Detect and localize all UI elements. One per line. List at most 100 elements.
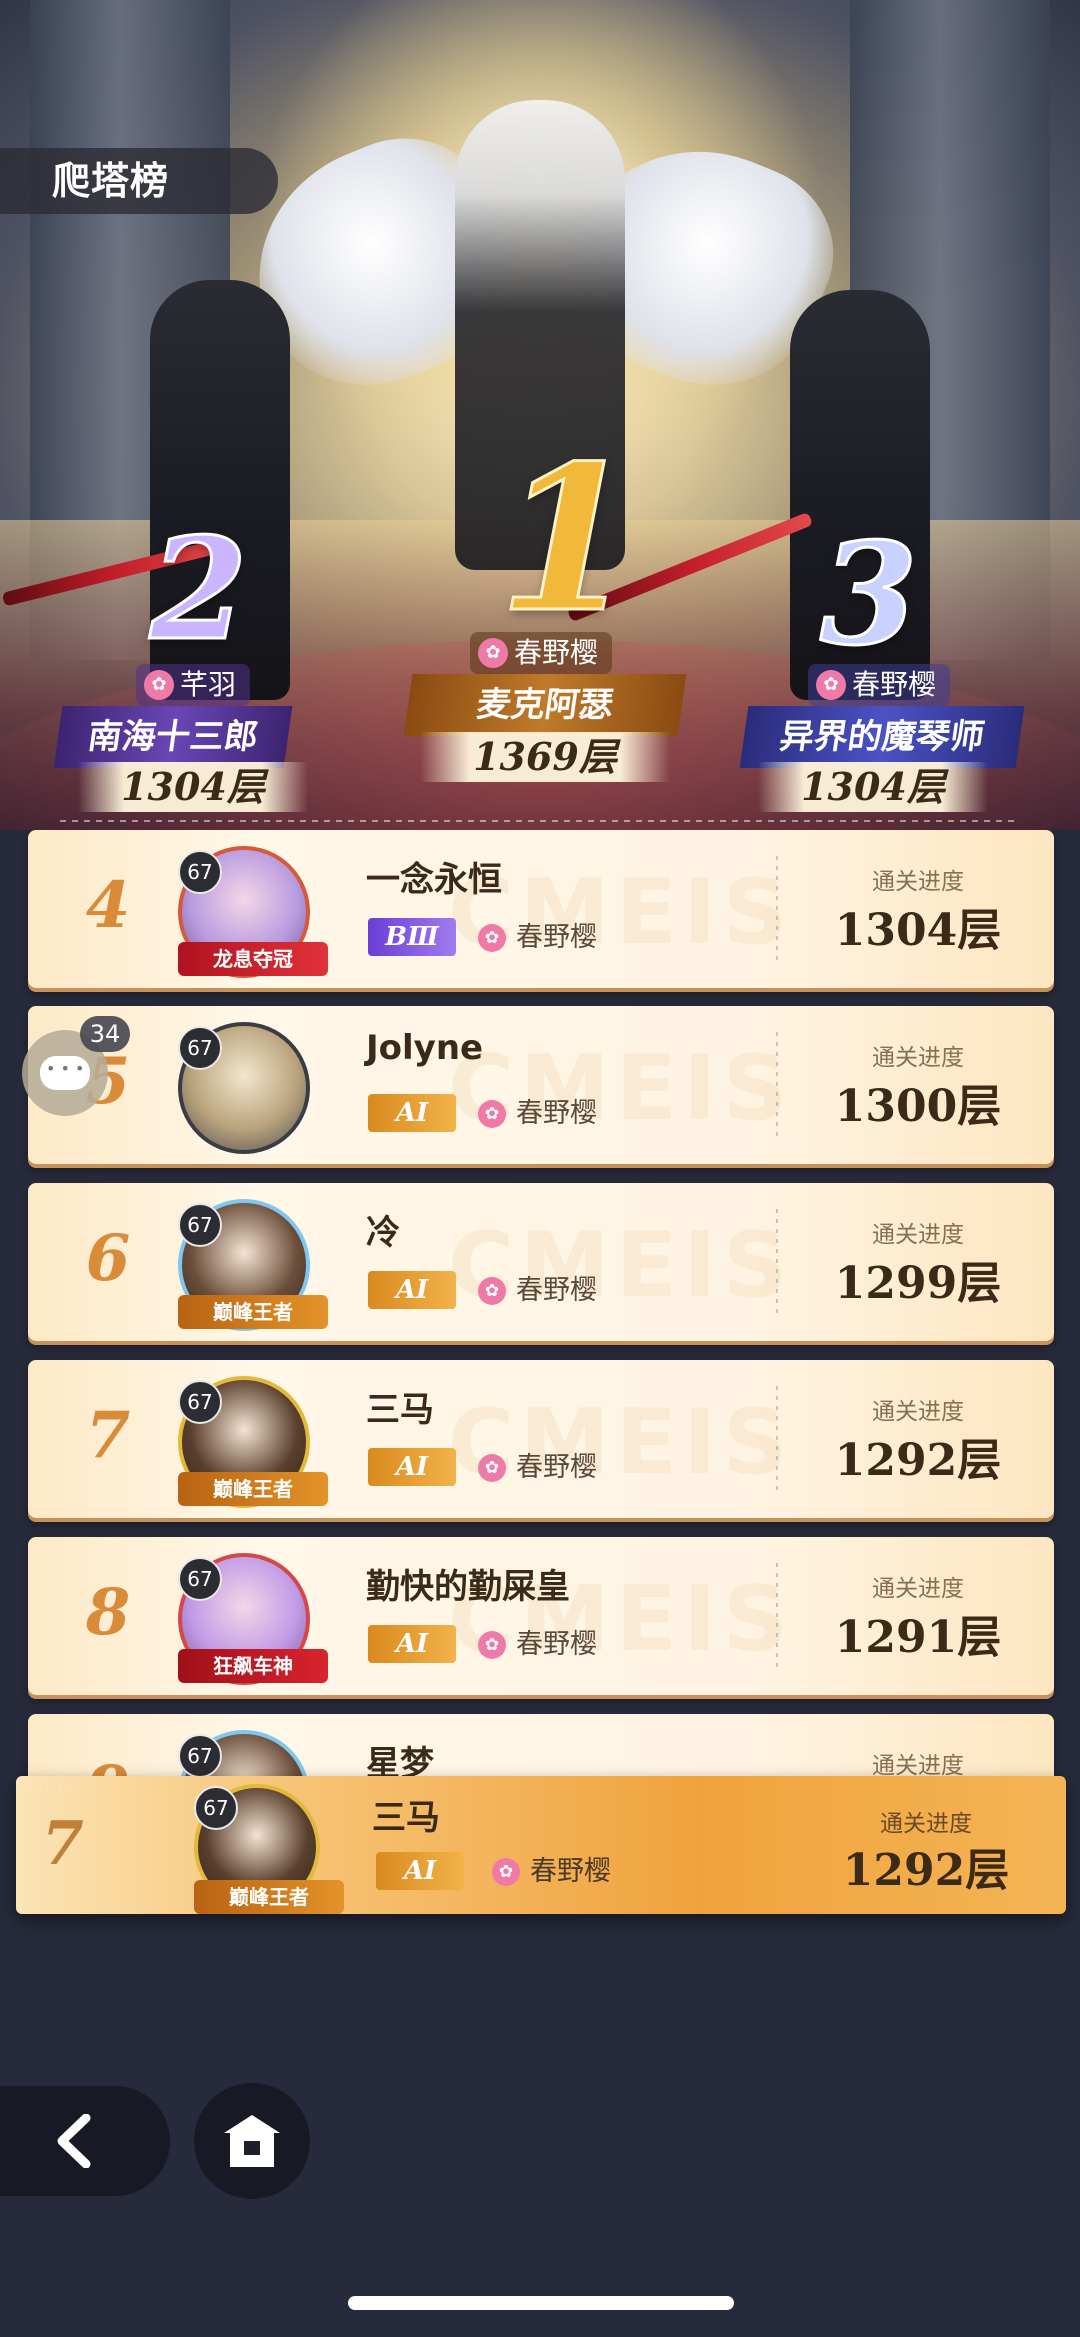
my-rank-row[interactable]: CMEIS 7 67 巅峰王者 三马 AⅠ ✿ 春野樱 通关进度 1292层 <box>16 1776 1066 1914</box>
guild-name: 春野樱 <box>516 922 597 953</box>
progress-label: 通关进度 <box>872 1045 964 1071</box>
back-button[interactable] <box>0 2086 170 2196</box>
home-icon <box>224 2115 280 2167</box>
guild-icon: ✿ <box>478 924 506 952</box>
guild-name: 春野樱 <box>516 1629 597 1660</box>
progress-value: 1304层 <box>834 905 1002 956</box>
podium-3-guild-name: 春野樱 <box>852 668 937 701</box>
podium-1-guild: ✿ 春野樱 <box>470 632 613 674</box>
tier-badge: BⅢ <box>368 918 456 956</box>
watermark: CMEIS <box>16 1776 74 1795</box>
progress-label: 通关进度 <box>872 1753 964 1779</box>
list-item[interactable]: CMEIS 8 67 狂飙车神 勤快的勤屎皇 AⅠ ✿ 春野樱 通关进度 1291… <box>28 1537 1054 1695</box>
list-item[interactable]: CMEIS 7 67 巅峰王者 三马 AⅠ ✿ 春野樱 通关进度 1292层 <box>28 1360 1054 1518</box>
podium-1-guild-name: 春野樱 <box>514 636 599 669</box>
guild-label: ✿ 春野樱 <box>490 1854 611 1890</box>
podium-rank-3: 3 <box>818 513 918 677</box>
player-name: Jolyne <box>366 1028 484 1068</box>
guild-icon: ✿ <box>816 670 846 700</box>
level-badge: 67 <box>178 850 222 894</box>
podium-3-guild: ✿ 春野樱 <box>808 664 951 706</box>
hero-podium: 爬塔榜 1 2 3 ✿ 春野樱 ✿ 芊羽 ✿ 春野樱 麦克阿瑟 南海十三郎 异界… <box>0 0 1080 830</box>
title-badge: 巅峰王者 <box>178 1472 328 1506</box>
progress-value: 1292层 <box>842 1845 1010 1896</box>
title-badge: 狂飙车神 <box>178 1649 328 1683</box>
player-name: 勤快的勤屎皇 <box>366 1567 570 1607</box>
divider <box>776 1563 778 1667</box>
podium-2-name[interactable]: 南海十三郎 <box>53 706 293 768</box>
podium-2-guild-name: 芊羽 <box>180 668 237 701</box>
progress-value: 1291层 <box>834 1612 1002 1663</box>
chat-bubble-icon <box>40 1056 90 1090</box>
rank-number: 6 <box>85 1221 131 1296</box>
rank-number: 8 <box>85 1575 131 1650</box>
page-title: 爬塔榜 <box>0 148 278 214</box>
progress-value: 1292层 <box>834 1435 1002 1486</box>
tier-badge: AⅠ <box>368 1625 456 1663</box>
level-badge: 67 <box>178 1734 222 1778</box>
divider <box>776 856 778 960</box>
podium-1-floor: 1369层 <box>420 732 670 782</box>
player-name: 三马 <box>372 1798 440 1838</box>
list-item[interactable]: CMEIS 4 67 龙息夺冠 一念永恒 BⅢ ✿ 春野樱 通关进度 1304层 <box>28 830 1054 988</box>
player-name: 星梦 <box>366 1744 434 1780</box>
level-badge: 67 <box>178 1557 222 1601</box>
podium-3-floor: 1304层 <box>758 762 988 812</box>
title-badge: 龙息夺冠 <box>178 942 328 976</box>
tier-badge: AⅠ <box>368 1271 456 1309</box>
progress-label: 通关进度 <box>872 1399 964 1425</box>
progress-value: 1299层 <box>834 1258 1002 1309</box>
podium-3-name[interactable]: 异界的魔琴师 <box>739 706 1025 768</box>
list-item[interactable]: 9 67 星梦 通关进度 <box>28 1714 1054 1780</box>
progress-value: 1300层 <box>834 1081 1002 1132</box>
guild-name: 春野樱 <box>516 1275 597 1306</box>
progress-label: 通关进度 <box>872 869 964 895</box>
guild-label: ✿ 春野樱 <box>476 1096 597 1132</box>
divider <box>776 1032 778 1136</box>
progress-label: 通关进度 <box>880 1811 972 1837</box>
level-badge: 67 <box>178 1203 222 1247</box>
guild-icon: ✿ <box>478 638 508 668</box>
ranking-list[interactable]: CMEIS 4 67 龙息夺冠 一念永恒 BⅢ ✿ 春野樱 通关进度 1304层 … <box>0 830 1080 1780</box>
home-button[interactable] <box>194 2083 310 2199</box>
player-name: 一念永恒 <box>366 860 502 900</box>
divider <box>776 1386 778 1490</box>
guild-icon: ✿ <box>478 1100 506 1128</box>
list-item[interactable]: CMEIS 6 67 巅峰王者 冷 AⅠ ✿ 春野樱 通关进度 1299层 <box>28 1183 1054 1341</box>
divider <box>776 1209 778 1313</box>
podium-2-floor: 1304层 <box>78 762 308 812</box>
title-badge: 巅峰王者 <box>194 1880 344 1914</box>
list-item[interactable]: CMEIS 5 67 Jolyne AⅠ ✿ 春野樱 通关进度 1300层 <box>28 1006 1054 1164</box>
guild-icon: ✿ <box>478 1631 506 1659</box>
player-name: 冷 <box>366 1213 400 1253</box>
rank-number: 7 <box>42 1809 84 1879</box>
divider <box>60 820 1020 822</box>
level-badge: 67 <box>178 1026 222 1070</box>
guild-icon: ✿ <box>492 1858 520 1886</box>
guild-icon: ✿ <box>478 1454 506 1482</box>
guild-label: ✿ 春野樱 <box>476 920 597 956</box>
progress-label: 通关进度 <box>872 1576 964 1602</box>
tier-badge: AⅠ <box>376 1852 464 1890</box>
guild-name: 春野樱 <box>516 1098 597 1129</box>
guild-label: ✿ 春野樱 <box>476 1273 597 1309</box>
guild-icon: ✿ <box>478 1277 506 1305</box>
home-indicator[interactable] <box>348 2296 734 2310</box>
podium-rank-2: 2 <box>148 508 248 672</box>
progress-label: 通关进度 <box>872 1222 964 1248</box>
rank-number: 4 <box>85 868 131 943</box>
tier-badge: AⅠ <box>368 1094 456 1132</box>
chat-button[interactable]: 34 <box>22 1016 130 1116</box>
level-badge: 67 <box>178 1380 222 1424</box>
back-arrow-icon <box>57 2114 91 2168</box>
guild-label: ✿ 春野樱 <box>476 1450 597 1486</box>
level-badge: 67 <box>194 1786 238 1830</box>
chat-unread-count: 34 <box>80 1016 130 1052</box>
rank-number: 7 <box>85 1398 131 1473</box>
podium-1-name[interactable]: 麦克阿瑟 <box>403 674 687 736</box>
tier-badge: AⅠ <box>368 1448 456 1486</box>
podium-2-guild: ✿ 芊羽 <box>136 664 251 706</box>
guild-name: 春野樱 <box>516 1452 597 1483</box>
guild-name: 春野樱 <box>530 1856 611 1887</box>
title-badge: 巅峰王者 <box>178 1295 328 1329</box>
